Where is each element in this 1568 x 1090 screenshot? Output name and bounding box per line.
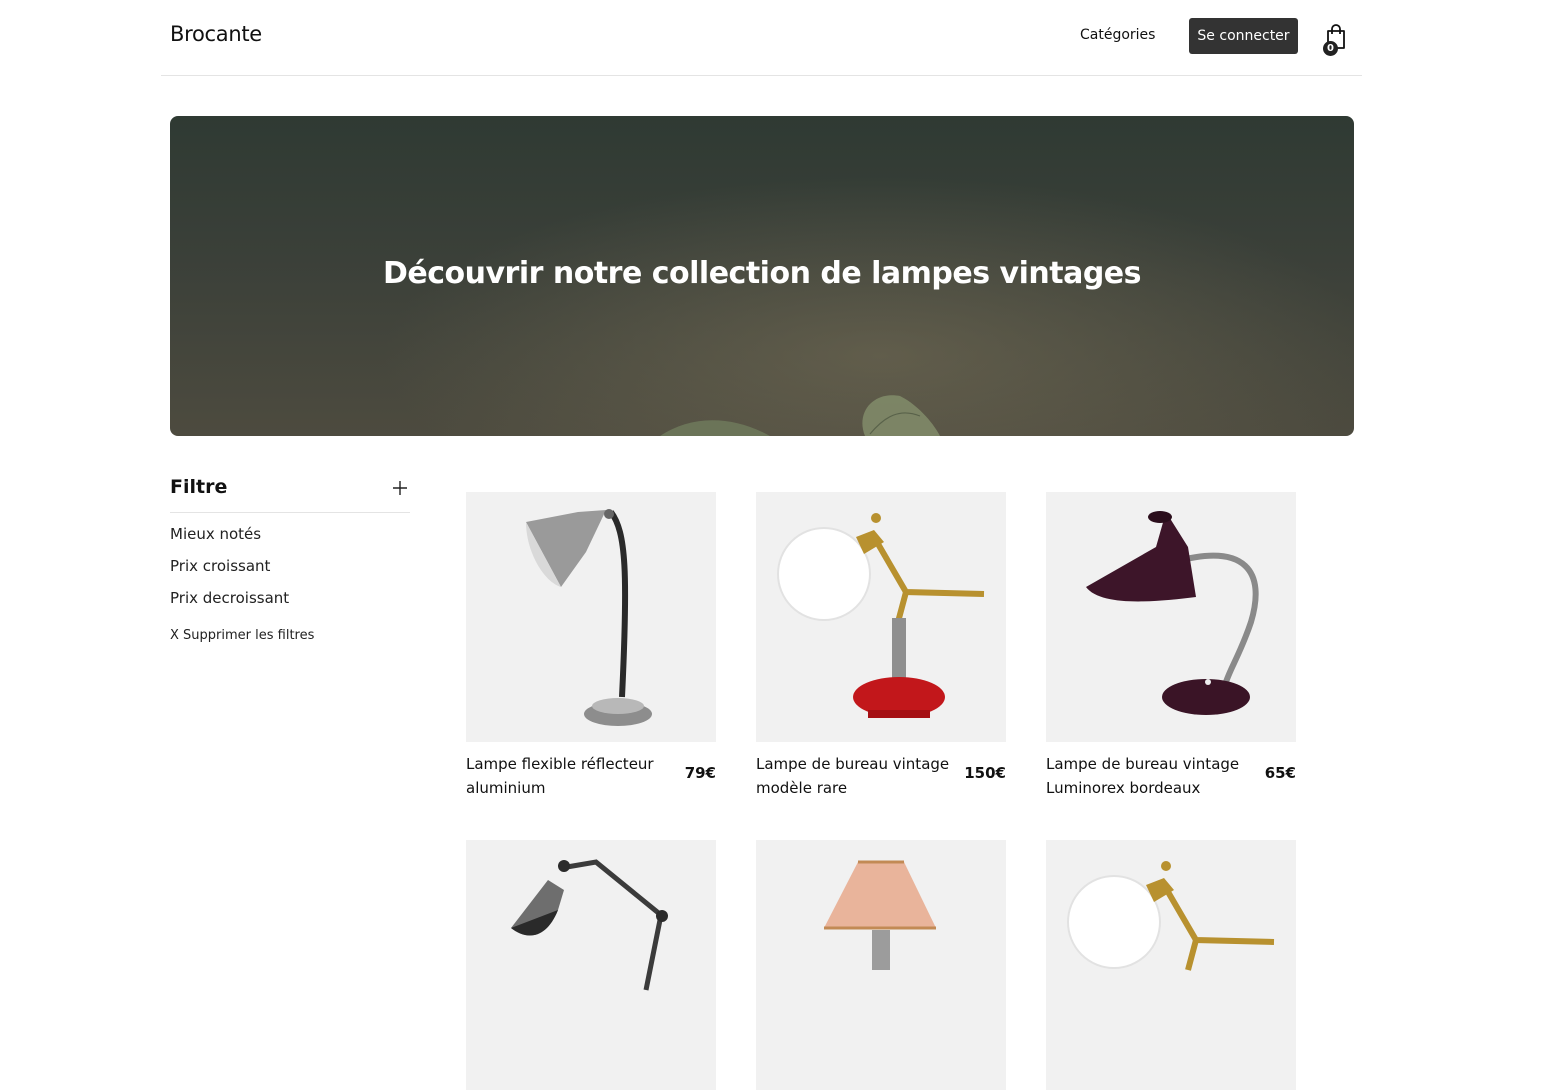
cart-button[interactable]: 0 bbox=[1321, 22, 1349, 56]
product-card[interactable] bbox=[466, 840, 716, 1090]
hero-title: Découvrir notre collection de lampes vin… bbox=[382, 256, 1142, 291]
product-image[interactable] bbox=[1046, 840, 1296, 1090]
product-card[interactable] bbox=[1046, 840, 1296, 1090]
nav-categories-link[interactable]: Catégories bbox=[1080, 27, 1155, 43]
product-image[interactable] bbox=[756, 840, 1006, 1090]
product-card[interactable] bbox=[756, 840, 1006, 1090]
product-image[interactable] bbox=[756, 492, 1006, 742]
product-name: Lampe de bureau vintage modèle rare bbox=[756, 755, 950, 797]
filter-option-price-desc[interactable]: Prix decroissant bbox=[170, 588, 410, 620]
site-header: Brocante Catégories Se connecter 0 bbox=[161, 0, 1362, 76]
clear-filters-link[interactable]: X Supprimer les filtres bbox=[170, 628, 410, 643]
product-name: Lampe flexible réflecteur aluminium bbox=[466, 755, 654, 797]
product-image[interactable] bbox=[466, 840, 716, 1090]
product-image[interactable] bbox=[1046, 492, 1296, 742]
product-image[interactable] bbox=[466, 492, 716, 742]
white-globe-brass-lamp-icon bbox=[1067, 861, 1275, 971]
login-button[interactable]: Se connecter bbox=[1189, 18, 1298, 54]
leaves-decoration bbox=[660, 395, 940, 436]
filter-panel: Filtre Mieux notés Prix croissant Prix d… bbox=[170, 476, 410, 643]
product-card[interactable]: Lampe de bureau vintage modèle rare 150€ bbox=[756, 492, 1006, 802]
plus-icon[interactable] bbox=[392, 480, 408, 496]
filter-header[interactable]: Filtre bbox=[170, 476, 410, 513]
product-card[interactable]: Lampe flexible réflecteur aluminium 79€ bbox=[466, 492, 716, 802]
burgundy-desk-lamp-icon bbox=[1086, 511, 1259, 715]
articulated-chrome-lamp-icon bbox=[511, 859, 668, 991]
hero-banner: Découvrir notre collection de lampes vin… bbox=[170, 116, 1354, 436]
product-price: 79€ bbox=[684, 764, 716, 782]
filter-options: Mieux notés Prix croissant Prix decroiss… bbox=[170, 524, 410, 620]
product-price: 65€ bbox=[1264, 764, 1296, 782]
filter-option-price-asc[interactable]: Prix croissant bbox=[170, 556, 410, 588]
product-name: Lampe de bureau vintage Luminorex bordea… bbox=[1046, 755, 1240, 797]
white-globe-brass-lamp-icon bbox=[777, 513, 985, 718]
filter-option-best-rated[interactable]: Mieux notés bbox=[170, 524, 410, 556]
product-card[interactable]: Lampe de bureau vintage Luminorex bordea… bbox=[1046, 492, 1296, 802]
silver-gooseneck-lamp-icon bbox=[526, 509, 652, 726]
filter-title: Filtre bbox=[170, 476, 228, 498]
cart-count-badge: 0 bbox=[1323, 41, 1338, 56]
product-price: 150€ bbox=[964, 764, 1006, 782]
pink-shade-lamp-icon bbox=[824, 860, 936, 970]
brand-logo[interactable]: Brocante bbox=[170, 22, 262, 46]
